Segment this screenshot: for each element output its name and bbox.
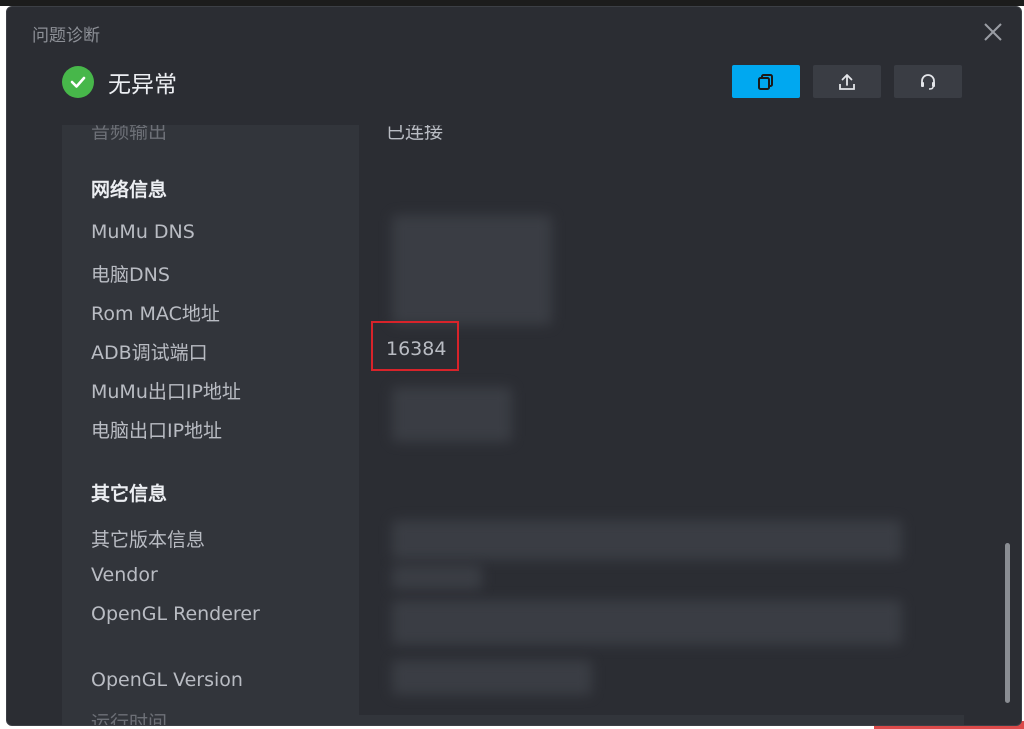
section-other-info: 其它信息 [91, 483, 168, 505]
value-audio-output: 已连接 [386, 125, 444, 143]
status-indicator: 无异常 [62, 65, 177, 99]
redacted-renderer-value [392, 600, 902, 645]
label-pc-exit-ip: 电脑出口IP地址 [91, 420, 223, 442]
redacted-vendor-value [392, 565, 482, 590]
label-vendor: Vendor [91, 564, 158, 586]
label-mumu-dns: MuMu DNS [91, 221, 195, 243]
close-button[interactable] [982, 21, 1004, 43]
section-network-info: 网络信息 [91, 179, 168, 201]
support-button[interactable] [894, 65, 962, 98]
label-opengl-version: OpenGL Version [91, 669, 243, 691]
label-run-time: 运行时间 [91, 712, 168, 725]
label-audio-output: 音频输出 [91, 125, 168, 143]
copy-icon [758, 73, 773, 90]
headset-icon [921, 73, 935, 90]
redacted-network-values [392, 215, 552, 325]
diagnosis-dialog: 问题诊断 无异常 音频输出 已连接 网络信息 MuMu DNS 电脑DNS Ro… [6, 6, 1022, 726]
scrollbar[interactable] [1005, 543, 1010, 703]
highlight-box [371, 321, 459, 371]
copy-button[interactable] [732, 65, 800, 98]
dialog-title: 问题诊断 [32, 26, 100, 46]
redacted-ip-values [392, 387, 512, 442]
redacted-gl-version-value [392, 660, 592, 695]
close-icon [984, 23, 1002, 41]
label-adb-port: ADB调试端口 [91, 342, 208, 364]
redacted-version-values [392, 520, 902, 560]
status-text: 无异常 [108, 72, 177, 98]
label-rom-mac: Rom MAC地址 [91, 303, 220, 325]
check-circle-icon [62, 66, 94, 98]
label-opengl-renderer: OpenGL Renderer [91, 603, 260, 625]
label-pc-dns: 电脑DNS [91, 264, 170, 286]
label-other-version: 其它版本信息 [91, 529, 206, 551]
upload-icon [839, 73, 855, 90]
upload-button[interactable] [813, 65, 881, 98]
diagnosis-info-panel[interactable]: 音频输出 已连接 网络信息 MuMu DNS 电脑DNS Rom MAC地址 A… [62, 125, 964, 725]
label-mumu-exit-ip: MuMu出口IP地址 [91, 381, 241, 403]
